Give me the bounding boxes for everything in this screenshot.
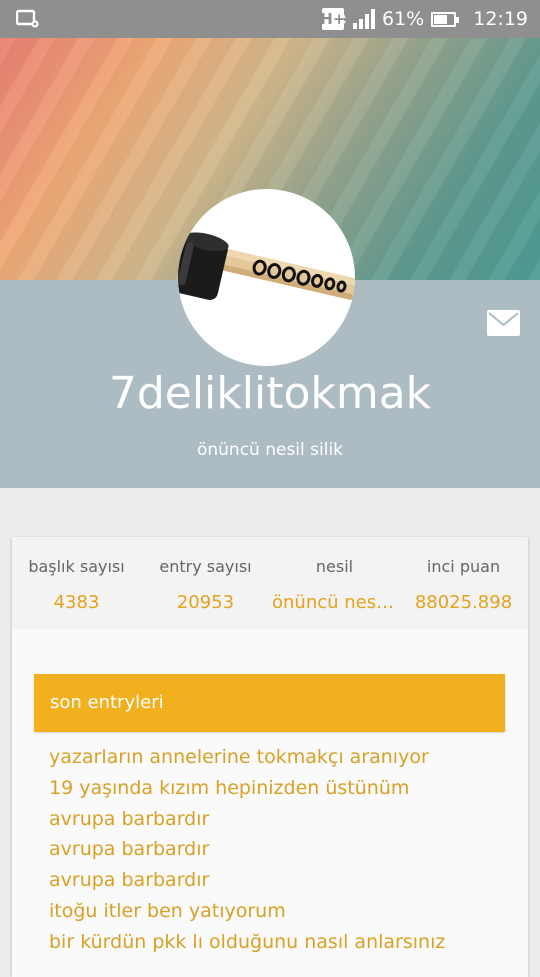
entry-link[interactable]: bir kürdün pkk lı olduğunu nasıl anlarsı…	[49, 927, 519, 958]
screen-cast-icon	[16, 9, 39, 28]
stat-value: önüncü nesi…	[272, 592, 399, 613]
status-bar: H+ ▲ ▼ 61% 12:19	[0, 0, 540, 38]
stat-value: 88025.898	[414, 592, 513, 613]
mallet-avatar	[178, 232, 355, 300]
stat-entry-sayisi: entry sayısı 20953	[141, 537, 270, 629]
data-activity-icon: ▲ ▼	[339, 10, 346, 28]
stat-label: entry sayısı	[159, 557, 252, 576]
user-subtitle: önüncü nesil silik	[196, 440, 344, 460]
stat-value: 4383	[53, 592, 100, 613]
entry-link[interactable]: yazarların annelerine tokmakçı aranıyor	[49, 742, 519, 773]
entry-link[interactable]: avrupa barbardır	[49, 834, 519, 865]
stat-label: nesil	[315, 557, 354, 576]
battery-icon	[431, 11, 460, 27]
recent-entries-header: son entryleri	[34, 674, 505, 732]
clock: 12:19	[473, 8, 528, 30]
signal-icon	[353, 9, 375, 29]
stat-label: inci puan	[426, 557, 501, 576]
stat-nesil: nesil önüncü nesi…	[270, 537, 399, 629]
battery-percent: 61%	[382, 8, 425, 30]
stats-row: başlık sayısı 4383 entry sayısı 20953 ne…	[12, 537, 528, 629]
recent-entries-title: son entryleri	[50, 692, 164, 713]
entry-link[interactable]: avrupa barbardır	[49, 804, 519, 835]
recent-entries-list: yazarların annelerine tokmakçı aranıyor …	[49, 742, 519, 958]
stat-label: başlık sayısı	[28, 557, 125, 576]
battery-level	[434, 14, 448, 24]
stat-value: 20953	[176, 592, 235, 613]
stat-inci-puan: inci puan 88025.898	[399, 537, 528, 629]
entry-link[interactable]: avrupa barbardır	[49, 865, 519, 896]
stat-baslik-sayisi: başlık sayısı 4383	[12, 537, 141, 629]
mail-icon[interactable]	[487, 310, 520, 336]
avatar	[178, 189, 355, 366]
username: 7deliklitokmak	[108, 368, 432, 419]
entry-link[interactable]: itoğu itler ben yatıyorum	[49, 896, 519, 927]
entry-link[interactable]: 19 yaşında kızım hepinizden üstünüm	[49, 773, 519, 804]
